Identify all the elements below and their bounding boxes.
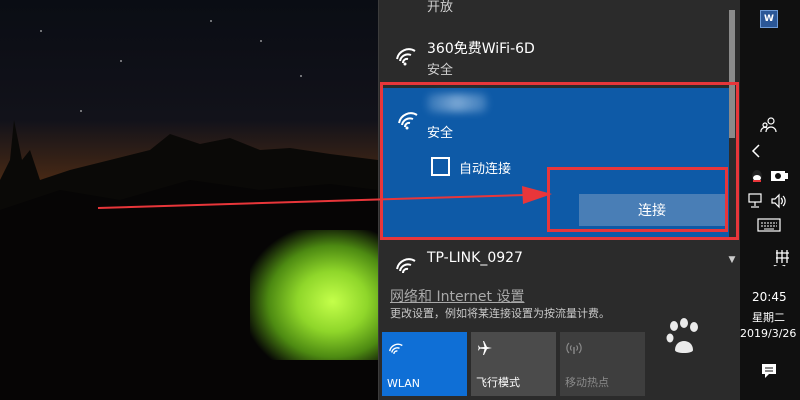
keyboard-icon[interactable] [757, 218, 781, 232]
star [80, 110, 82, 112]
scroll-down-icon[interactable]: ▼ [726, 254, 738, 266]
wlan-tile[interactable]: WLAN [382, 332, 467, 396]
tile-label: 移动热点 [565, 376, 609, 389]
star [40, 30, 42, 32]
desktop-wallpaper [0, 0, 378, 400]
volume-icon[interactable] [770, 193, 788, 209]
network-status: 开放 [427, 0, 454, 15]
star [260, 40, 262, 42]
star [210, 20, 212, 22]
wifi-icon [396, 48, 416, 66]
airplane-mode-tile[interactable]: 飞行模式 [471, 332, 556, 396]
clock-date[interactable]: 2019/3/26 [740, 327, 796, 340]
tile-label: WLAN [387, 377, 421, 390]
network-status: 安全 [427, 63, 454, 78]
clock-time[interactable]: 20:45 [752, 290, 787, 304]
star [300, 75, 302, 77]
ime-mode-icon[interactable] [775, 249, 790, 264]
airplane-icon [478, 341, 492, 355]
network-name: 360免费WiFi-6D [427, 41, 535, 57]
wifi-icon [396, 258, 416, 274]
network-item-tplink[interactable]: TP-LINK_0927 [379, 246, 729, 286]
wifi-icon [389, 343, 403, 355]
action-center-icon[interactable] [760, 362, 778, 380]
annotation-highlight-connect [547, 167, 728, 232]
network-settings-link[interactable]: 网络和 Internet 设置 [390, 286, 525, 306]
hotspot-icon [566, 342, 582, 354]
star [120, 60, 122, 62]
tile-label: 飞行模式 [476, 376, 520, 389]
clock-weekday[interactable]: 星期二 [752, 309, 785, 325]
network-item-open[interactable]: 开放 [379, 0, 729, 26]
network-name: TP-LINK_0927 [427, 250, 523, 266]
chevron-left-icon[interactable] [750, 143, 762, 159]
network-settings-description: 更改设置，例如将某连接设置为按流量计费。 [390, 307, 610, 320]
qq-icon[interactable] [748, 168, 766, 184]
network-item-360wifi[interactable]: 360免费WiFi-6D 安全 [379, 34, 729, 84]
gpu-icon[interactable] [770, 168, 790, 184]
people-icon[interactable] [760, 116, 778, 134]
glowing-tent [250, 230, 378, 360]
mobile-hotspot-tile[interactable]: 移动热点 [560, 332, 645, 396]
network-tray-icon[interactable] [748, 193, 764, 209]
word-app-icon[interactable]: W [760, 10, 778, 28]
